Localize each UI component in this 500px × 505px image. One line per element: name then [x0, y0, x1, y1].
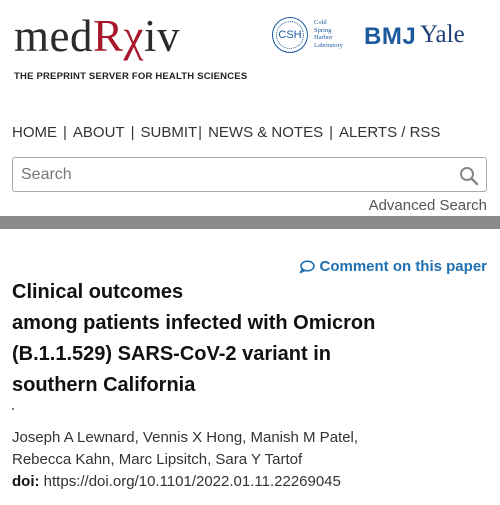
- csh-line: Cold: [314, 19, 327, 26]
- advanced-search-link[interactable]: Advanced Search: [369, 197, 487, 214]
- comment-label: Comment on this paper: [319, 258, 487, 275]
- nav-about[interactable]: ABOUT: [73, 124, 125, 141]
- bmj-logo[interactable]: BMJ: [364, 23, 416, 51]
- nav-separator: |: [329, 124, 333, 141]
- search-icon[interactable]: [459, 166, 479, 186]
- nav-home[interactable]: HOME: [12, 124, 57, 141]
- title-line: southern California: [12, 374, 196, 396]
- csh-logo[interactable]: CSH: [272, 17, 308, 53]
- nav-submit[interactable]: SUBMIT: [141, 124, 198, 141]
- nav-news-notes[interactable]: NEWS & NOTES: [208, 124, 323, 141]
- title-line: among patients infected with Omicron: [12, 312, 376, 334]
- nav-separator: |: [198, 124, 203, 141]
- search-input[interactable]: Search: [12, 157, 487, 192]
- comment-bubble-icon: [300, 259, 316, 273]
- medrxiv-logo[interactable]: medRχiv: [14, 14, 180, 59]
- paper-title: Clinical outcomes among patients infecte…: [12, 277, 492, 401]
- main-nav: HOME | ABOUT | SUBMIT | NEWS & NOTES | A…: [12, 124, 440, 141]
- csh-line: Laboratory: [314, 41, 343, 49]
- doi-line: doi: https://doi.org/10.1101/2022.01.11.…: [12, 473, 341, 490]
- separator-dot: [12, 408, 14, 410]
- nav-separator: |: [130, 124, 135, 141]
- logo-rx: Rχ: [92, 11, 144, 61]
- author-list: Joseph A Lewnard, Vennis X Hong, Manish …: [12, 427, 358, 471]
- tagline: THE PREPRINT SERVER FOR HEALTH SCIENCES: [14, 71, 248, 82]
- logo-suffix: iv: [143, 11, 180, 61]
- comment-link[interactable]: Comment on this paper: [299, 258, 487, 275]
- logo-prefix: med: [14, 11, 93, 61]
- yale-logo[interactable]: Yale: [420, 21, 465, 49]
- doi-link[interactable]: https://doi.org/10.1101/2022.01.11.22269…: [44, 473, 341, 490]
- title-line: Clinical outcomes: [12, 281, 184, 303]
- csh-mark: CSH: [278, 29, 302, 41]
- author-line[interactable]: Joseph A Lewnard, Vennis X Hong, Manish …: [12, 427, 358, 449]
- search-placeholder: Search: [21, 166, 72, 183]
- header-divider: [0, 216, 500, 229]
- author-line[interactable]: Rebecca Kahn, Marc Lipsitch, Sara Y Tart…: [12, 449, 358, 471]
- title-line: (B.1.1.529) SARS-CoV-2 variant in: [12, 343, 331, 365]
- csh-line: Spring: [314, 26, 332, 34]
- csh-line: Harbor: [314, 34, 333, 42]
- doi-label: doi:: [12, 473, 40, 490]
- nav-alerts-rss[interactable]: ALERTS / RSS: [339, 124, 440, 141]
- nav-separator: |: [63, 124, 67, 141]
- csh-name: Cold Spring Harbor Laboratory: [314, 19, 343, 49]
